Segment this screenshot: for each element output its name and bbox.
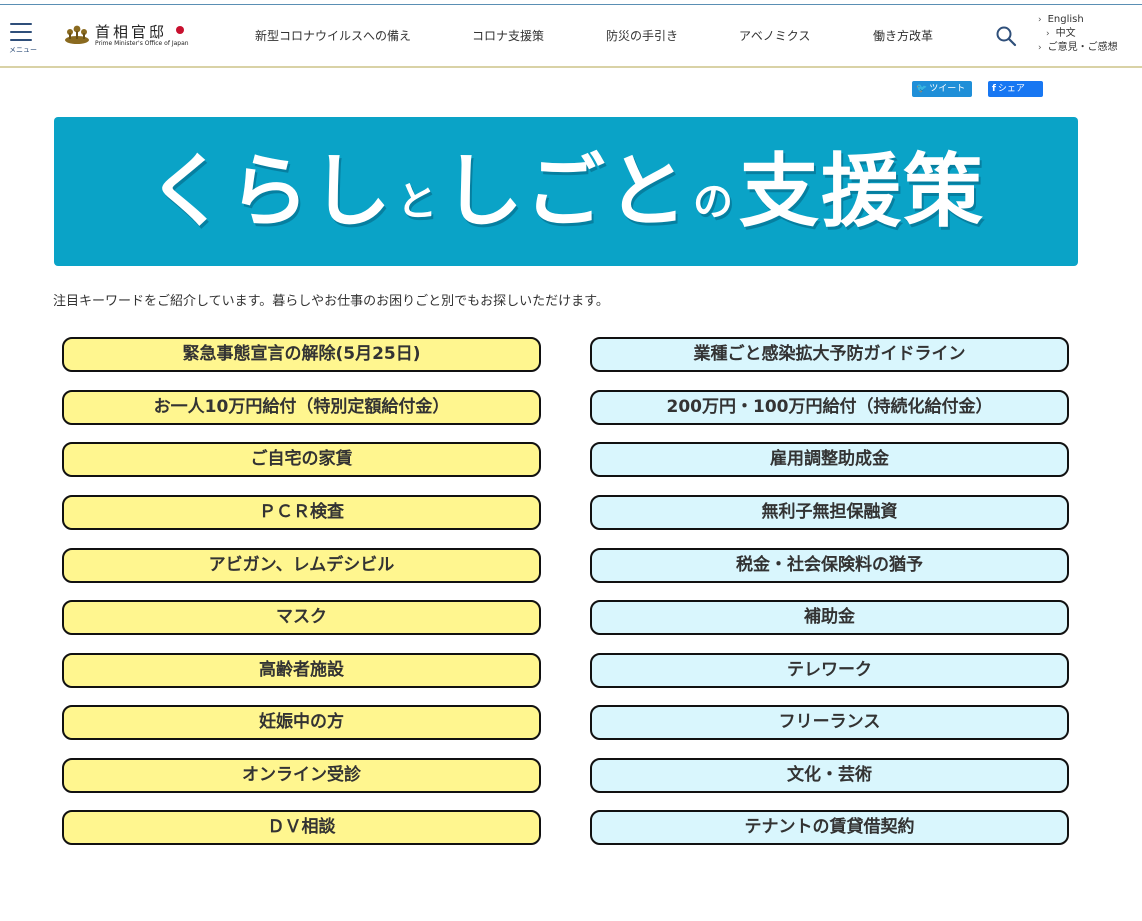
keyword-button[interactable]: 雇用調整助成金 [590,442,1069,477]
keyword-button[interactable]: 文化・芸術 [590,758,1069,793]
banner-text-to: と [397,179,439,225]
keyword-button[interactable]: オンライン受診 [62,758,541,793]
keyword-button[interactable]: マスク [62,600,541,635]
keyword-button[interactable]: フリーランス [590,705,1069,740]
language-links: › English › 中文 › ご意見・ご感想 [1038,13,1138,55]
nav-corona-support[interactable]: コロナ支援策 [472,27,544,47]
site-logo[interactable]: 首相官邸 Prime Minister's Office of Japan [64,21,194,51]
keyword-button[interactable]: ご自宅の家賃 [62,442,541,477]
keyword-button[interactable]: 無利子無担保融資 [590,495,1069,530]
logo-text-jp: 首相官邸 [95,23,168,41]
twitter-bird-icon: 🐦 [916,84,928,94]
paulownia-emblem-icon [65,25,89,44]
menu-label: メニュー [9,46,37,54]
nav-work-style-reform[interactable]: 働き方改革 [873,27,933,47]
tweet-button[interactable]: 🐦 ツイート [912,81,972,97]
keyword-button[interactable]: 業種ごと感染拡大予防ガイドライン [590,337,1069,372]
banner-text-kurashi: くらし [147,145,393,238]
keyword-button[interactable]: アビガン、レムデシビル [62,548,541,583]
hero-banner: くらし と しごと の 支援策 [54,117,1078,266]
banner-text-shigoto: しごと [443,145,689,238]
japan-flag-icon [176,26,184,34]
banner-text-no: の [693,179,735,225]
facebook-share-button[interactable]: f シェア [988,81,1043,97]
keyword-button[interactable]: 200万円・100万円給付（持続化給付金） [590,390,1069,425]
logo-text-en: Prime Minister's Office of Japan [95,40,189,47]
chevron-right-icon: › [1038,43,1042,53]
intro-text: 注目キーワードをご紹介しています。暮らしやお仕事のお困りごと別でもお探しいただけ… [53,294,609,309]
keyword-button[interactable]: 税金・社会保険料の猶予 [590,548,1069,583]
nav-abenomics[interactable]: アベノミクス [739,27,810,47]
link-chinese[interactable]: › 中文 [1038,27,1138,41]
keyword-button[interactable]: テナントの賃貸借契約 [590,810,1069,845]
banner-text-shienhsaku: 支援策 [739,145,985,238]
hamburger-icon [10,23,32,41]
keyword-button[interactable]: 妊娠中の方 [62,705,541,740]
chevron-right-icon: › [1038,15,1042,25]
keyword-button[interactable]: ＰＣＲ検査 [62,495,541,530]
chevron-right-icon: › [1046,29,1050,39]
keyword-button[interactable]: ＤＶ相談 [62,810,541,845]
keyword-button[interactable]: 緊急事態宣言の解除(5月25日) [62,337,541,372]
banner-title: くらし と しごと の 支援策 [54,117,1078,266]
keyword-button[interactable]: お一人10万円給付（特別定額給付金） [62,390,541,425]
keyword-button[interactable]: 高齢者施設 [62,653,541,688]
keyword-button[interactable]: 補助金 [590,600,1069,635]
menu-button[interactable]: メニュー [6,19,40,63]
search-icon[interactable] [995,25,1017,47]
facebook-icon: f [992,84,996,94]
keyword-button[interactable]: テレワーク [590,653,1069,688]
link-english[interactable]: › English [1038,13,1138,27]
site-header: メニュー 首相官邸 Prime Minister's Office of Jap… [0,5,1142,68]
nav-corona-preparedness[interactable]: 新型コロナウイルスへの備え [255,27,411,47]
link-feedback[interactable]: › ご意見・ご感想 [1038,41,1138,55]
nav-disaster-guide[interactable]: 防災の手引き [606,27,678,47]
